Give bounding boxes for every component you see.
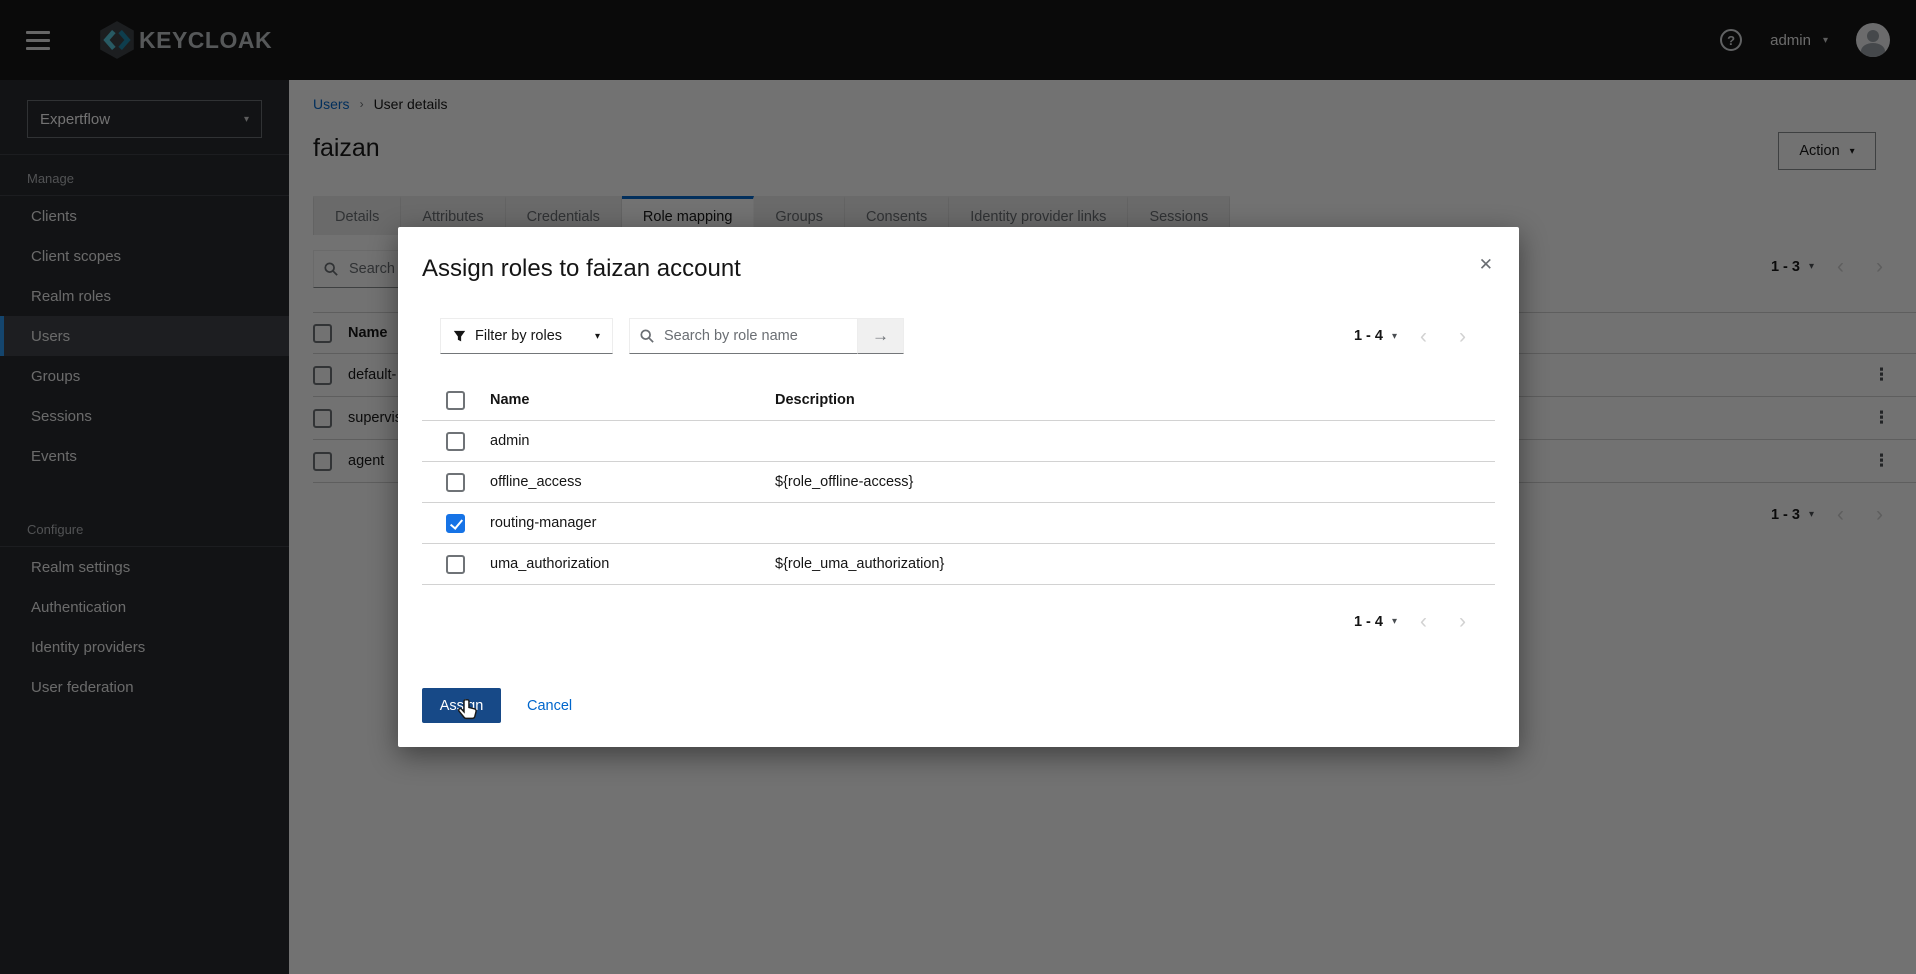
search-submit-button[interactable]: → xyxy=(858,318,904,354)
row-checkbox[interactable] xyxy=(446,431,465,451)
modal-pagination-top: 1 - 4 ▾ ‹ › xyxy=(1354,326,1475,347)
arrow-right-icon: → xyxy=(872,326,889,345)
row-checkbox[interactable] xyxy=(446,472,465,492)
role-description: ${role_uma_authorization} xyxy=(775,556,945,572)
role-description: ${role_offline-access} xyxy=(775,474,914,490)
modal-title: Assign roles to faizan account xyxy=(422,255,741,282)
cancel-link[interactable]: Cancel xyxy=(527,698,572,714)
role-name: routing-manager xyxy=(490,515,597,531)
assign-button[interactable]: Assign xyxy=(422,688,501,723)
table-row-admin: admin xyxy=(422,421,1495,462)
role-name: uma_authorization xyxy=(490,556,610,572)
next-page-button[interactable]: › xyxy=(1450,326,1475,347)
row-checkbox[interactable] xyxy=(446,513,465,533)
role-name: offline_access xyxy=(490,474,582,490)
chevron-down-icon[interactable]: ▾ xyxy=(1392,331,1397,342)
role-search-field[interactable] xyxy=(629,318,858,354)
role-name: admin xyxy=(490,433,530,449)
role-search-input[interactable] xyxy=(662,327,847,345)
filter-dropdown-label: Filter by roles xyxy=(475,328,563,344)
role-search-group: → xyxy=(629,318,904,354)
chevron-down-icon[interactable]: ▾ xyxy=(1392,616,1397,627)
filter-icon xyxy=(453,330,466,341)
close-icon[interactable]: ✕ xyxy=(1479,255,1493,275)
pagination-range: 1 - 4 xyxy=(1353,613,1383,630)
select-all-checkbox[interactable] xyxy=(446,390,465,410)
table-row-routing-manager: routing-manager xyxy=(422,503,1495,544)
table-header-row: Name Description xyxy=(422,380,1495,421)
modal-footer: Assign Cancel xyxy=(422,688,572,723)
pagination-range: 1 - 4 xyxy=(1353,328,1383,344)
column-header-name: Name xyxy=(490,392,530,408)
modal-toolbar: Filter by roles ▾ → 1 - 4 ▾ ‹ › xyxy=(440,318,1495,354)
next-page-button[interactable]: › xyxy=(1450,611,1475,632)
modal-pagination-bottom: 1 - 4 ▾ ‹ › xyxy=(1354,611,1475,632)
table-row-offline-access: offline_access ${role_offline-access} xyxy=(422,462,1495,503)
table-row-uma-authorization: uma_authorization ${role_uma_authorizati… xyxy=(422,544,1495,585)
previous-page-button[interactable]: ‹ xyxy=(1411,611,1436,632)
row-checkbox[interactable] xyxy=(446,554,465,574)
filter-by-roles-dropdown[interactable]: Filter by roles ▾ xyxy=(440,318,613,354)
search-icon xyxy=(640,329,654,343)
chevron-down-icon: ▾ xyxy=(594,330,600,342)
roles-table: Name Description admin offline_access ${… xyxy=(422,380,1495,585)
assign-roles-modal: Assign roles to faizan account ✕ Filter … xyxy=(398,227,1519,747)
column-header-description: Description xyxy=(775,392,855,408)
previous-page-button[interactable]: ‹ xyxy=(1411,326,1436,347)
